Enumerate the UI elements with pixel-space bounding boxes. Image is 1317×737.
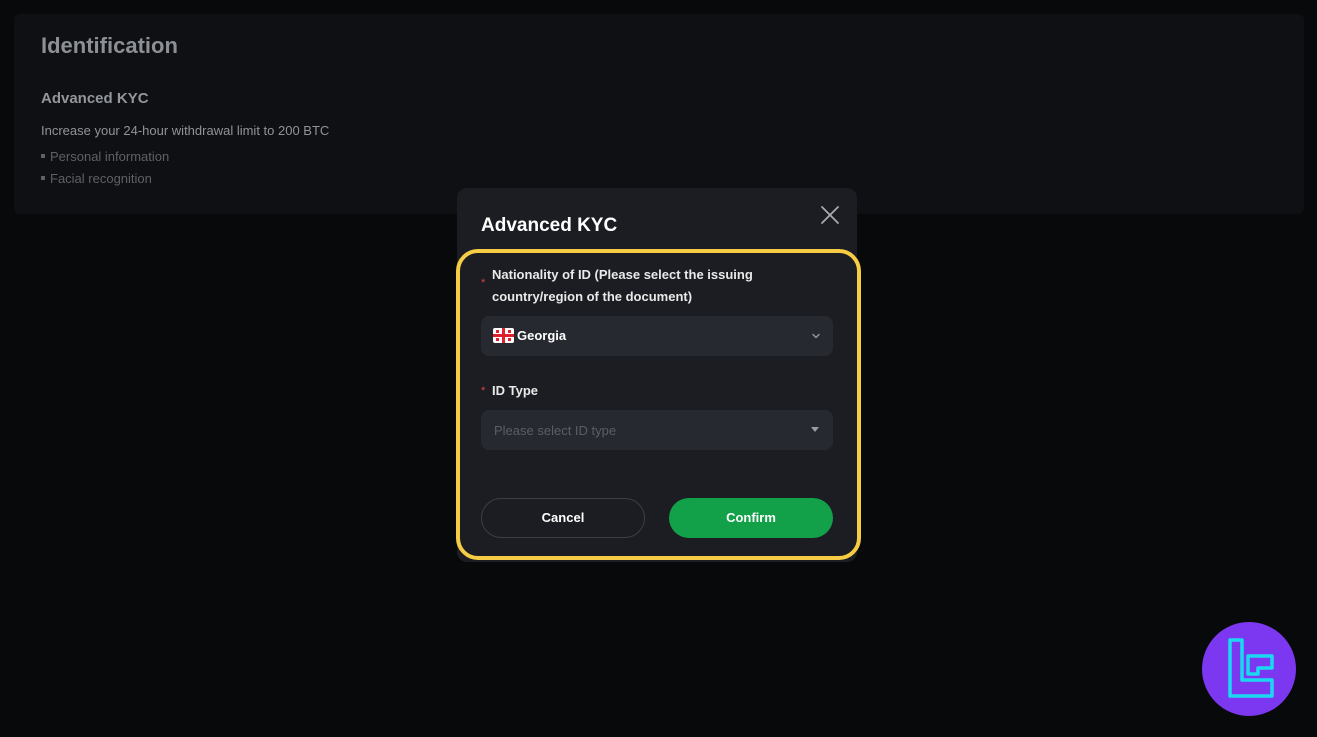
chevron-down-icon <box>812 333 820 339</box>
requirements-list: Personal information Facial recognition <box>41 149 169 193</box>
required-mark: * <box>481 385 486 397</box>
page-title: Identification <box>41 33 178 58</box>
requirement-text: Personal information <box>50 149 170 164</box>
logo-icon <box>1228 638 1274 698</box>
close-icon <box>821 206 839 224</box>
brand-logo <box>1202 622 1296 716</box>
advanced-kyc-modal: Advanced KYC * Nationality of ID (Please… <box>457 188 857 562</box>
requirement-text: Facial recognition <box>50 171 152 186</box>
nationality-select[interactable]: Georgia <box>481 316 833 356</box>
required-mark: * <box>481 277 486 289</box>
nationality-value: Georgia <box>517 328 567 343</box>
id-type-label: ID Type <box>492 383 538 398</box>
section-description: Increase your 24-hour withdrawal limit t… <box>41 123 330 138</box>
close-button[interactable] <box>819 204 841 226</box>
id-type-select[interactable]: Please select ID type <box>481 410 833 450</box>
georgia-flag-icon <box>493 328 514 343</box>
confirm-button[interactable]: Confirm <box>669 498 833 538</box>
bullet-icon <box>41 175 45 180</box>
id-type-placeholder: Please select ID type <box>494 423 617 438</box>
section-title: Advanced KYC <box>41 90 149 107</box>
identification-card <box>14 14 1304 214</box>
modal-title: Advanced KYC <box>481 215 618 236</box>
caret-down-icon <box>811 427 819 432</box>
bullet-icon <box>41 153 45 158</box>
page: Identification Advanced KYC Increase you… <box>0 0 1317 737</box>
list-item: Facial recognition <box>41 171 169 193</box>
list-item: Personal information <box>41 149 169 171</box>
nationality-label: Nationality of ID (Please select the iss… <box>492 267 753 304</box>
cancel-button[interactable]: Cancel <box>481 498 645 538</box>
